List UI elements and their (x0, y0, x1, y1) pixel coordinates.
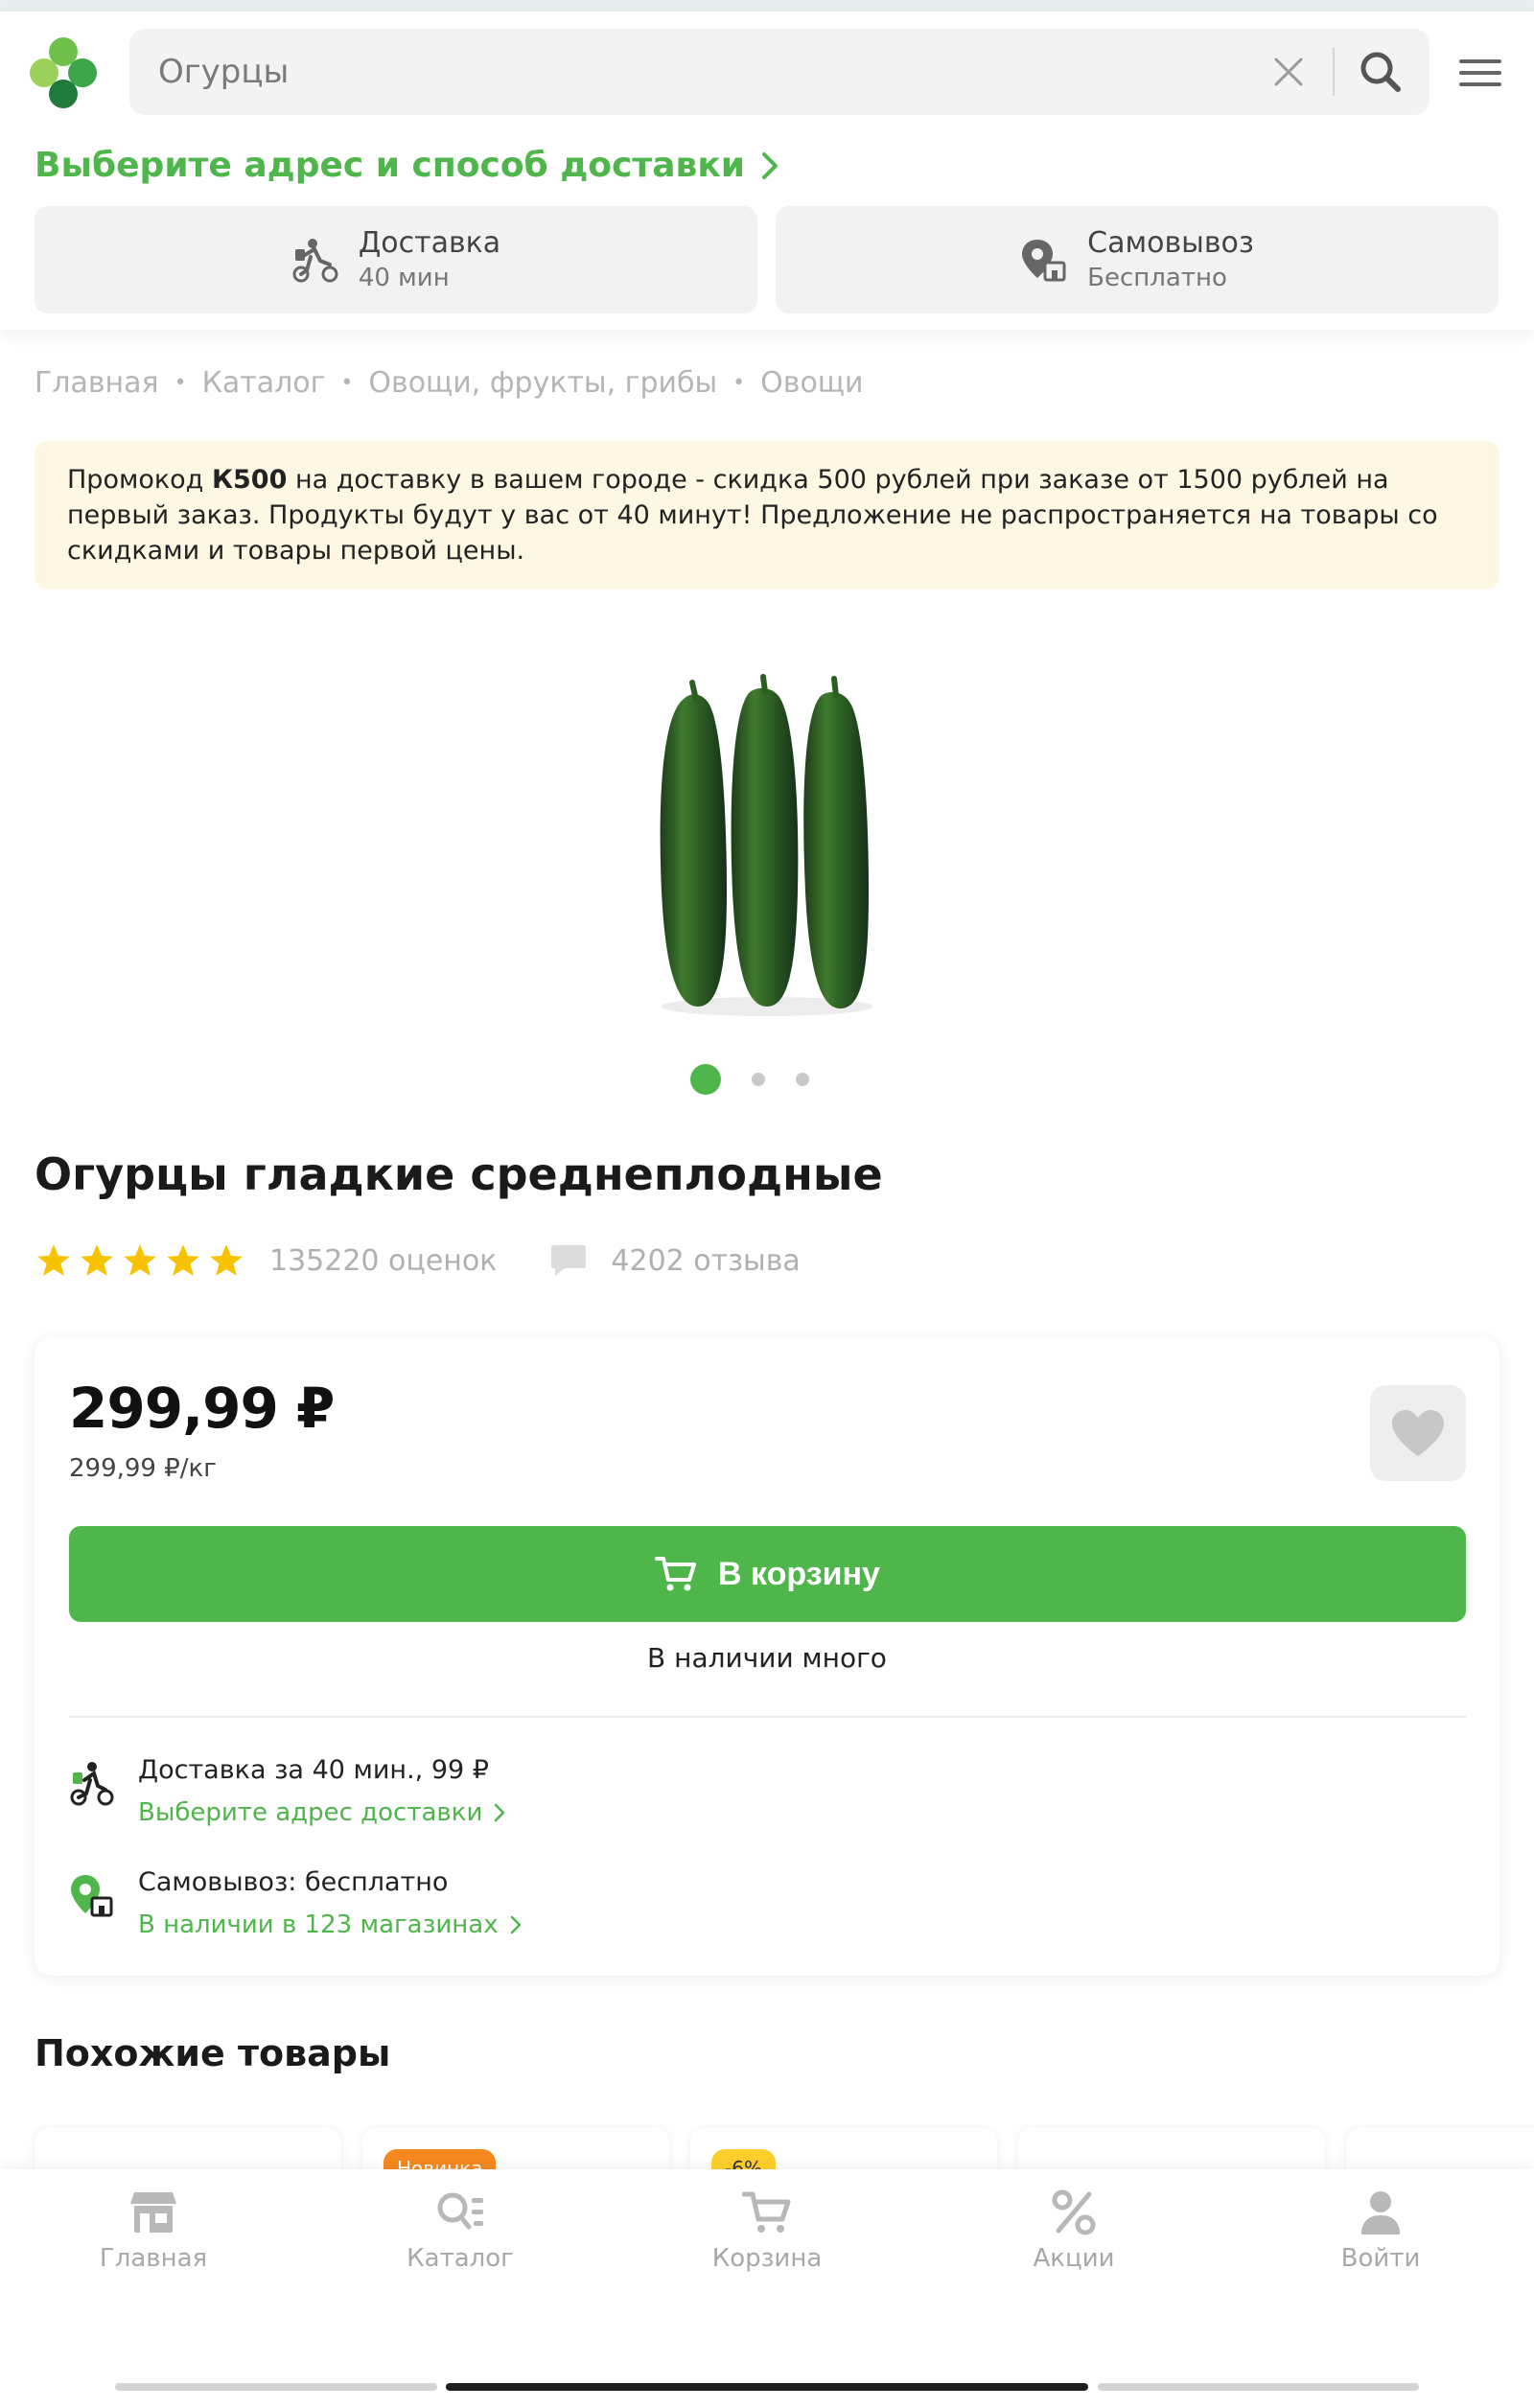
similar-products-title: Похожие товары (35, 2032, 391, 2074)
nav-label-promotions: Акции (1033, 2244, 1115, 2273)
discount-badge: -6% (711, 2149, 776, 2171)
delivery-mode-subtitle: 40 мин (358, 264, 450, 292)
nav-item-cart[interactable]: Корзина (614, 2188, 920, 2273)
nav-item-promotions[interactable]: Акции (920, 2188, 1227, 2273)
similar-product-card[interactable]: Новинка (362, 2128, 669, 2171)
search-input[interactable] (158, 46, 1261, 98)
system-home-indicator[interactable] (446, 2383, 1088, 2391)
cart-icon (655, 1557, 697, 1591)
chevron-right-icon (761, 151, 778, 179)
reviews-count[interactable]: 4202 отзыва (611, 1244, 800, 1278)
breadcrumb-item-home[interactable]: Главная (35, 366, 159, 400)
unit-price: 299,99 ₽/кг (69, 1454, 217, 1483)
pickup-store-icon (71, 1875, 113, 1917)
star-icon (124, 1244, 156, 1276)
ratings-count[interactable]: 135220 оценок (269, 1244, 497, 1278)
pickup-info: Самовывоз: бесплатно В наличии в 123 маг… (69, 1862, 522, 1946)
product-price: 299,99 ₽ (69, 1376, 335, 1441)
chevron-right-icon (510, 1915, 521, 1934)
heart-icon (1392, 1410, 1444, 1456)
buy-card: 299,99 ₽ 299,99 ₽/кг В корзину В наличии… (35, 1337, 1499, 1976)
delivery-mode-title: Доставка (358, 226, 501, 260)
search-bar (129, 29, 1429, 115)
comment-icon (551, 1245, 587, 1276)
courier-bike-icon (292, 239, 338, 283)
address-delivery-link[interactable]: Выберите адрес и способ доставки (35, 146, 779, 185)
catalog-search-icon (437, 2192, 483, 2230)
delivery-mode-button[interactable]: Доставка 40 мин (35, 206, 757, 313)
star-icon (167, 1244, 199, 1276)
system-bar-segment (1098, 2383, 1419, 2391)
divider (69, 1716, 1466, 1718)
promo-code: К500 (211, 465, 288, 495)
pickup-stores-link-label: В наличии в 123 магазинах (138, 1910, 499, 1939)
store-icon (130, 2192, 176, 2233)
nav-label-home: Главная (99, 2244, 208, 2273)
system-bar-segment (115, 2383, 437, 2391)
similar-product-card[interactable]: -6% (690, 2128, 997, 2171)
breadcrumb-item-subcategory[interactable]: Овощи (760, 366, 863, 400)
pickup-mode-title: Самовывоз (1087, 226, 1254, 260)
logo-clover-icon[interactable] (25, 35, 102, 111)
breadcrumb-item-catalog[interactable]: Каталог (202, 366, 326, 400)
address-link-label: Выберите адрес и способ доставки (35, 146, 745, 185)
search-icon[interactable] (1357, 48, 1405, 96)
favorite-button[interactable] (1370, 1385, 1466, 1481)
pickup-store-icon (1022, 240, 1066, 282)
search-divider (1333, 48, 1335, 96)
nav-item-catalog[interactable]: Каталог (307, 2188, 614, 2273)
bottom-navigation: Главная Каталог Корзина Акции Войти (0, 2169, 1534, 2408)
courier-bike-icon (70, 1762, 114, 1806)
similar-product-card[interactable] (1018, 2128, 1325, 2171)
product-rating: 135220 оценок 4202 отзыва (35, 1241, 801, 1280)
delivery-address-link[interactable]: Выберите адрес доставки (138, 1792, 505, 1834)
breadcrumb-separator: • (340, 371, 354, 395)
gallery-dot[interactable] (796, 1073, 809, 1086)
percent-icon (1052, 2189, 1096, 2235)
delivery-info: Доставка за 40 мин., 99 ₽ Выберите адрес… (69, 1749, 505, 1834)
header: Выберите адрес и способ доставки Доставк… (0, 12, 1534, 330)
cart-icon (742, 2191, 791, 2233)
add-to-cart-button[interactable]: В корзину (69, 1526, 1466, 1622)
pickup-stores-link[interactable]: В наличии в 123 магазинах (138, 1904, 522, 1946)
cucumber-left (660, 680, 727, 1007)
chevron-right-icon (495, 1803, 505, 1822)
star-icon (210, 1244, 243, 1276)
delivery-address-link-label: Выберите адрес доставки (138, 1798, 483, 1827)
gallery-dot-active[interactable] (690, 1064, 721, 1095)
product-title: Огурцы гладкие среднеплодные (35, 1148, 883, 1200)
new-badge: Новинка (384, 2149, 497, 2171)
similar-products-carousel: Новинка -6% (0, 2123, 1534, 2171)
gallery-dot[interactable] (752, 1073, 765, 1086)
product-image-cucumbers[interactable] (633, 661, 901, 1026)
nav-label-cart: Корзина (711, 2244, 823, 2273)
nav-label-catalog: Каталог (407, 2244, 514, 2273)
user-icon (1361, 2191, 1400, 2234)
gallery-pagination (690, 1064, 809, 1095)
promo-banner: Промокод К500 на доставку в вашем городе… (35, 441, 1499, 590)
status-strip (0, 0, 1534, 12)
star-icon (37, 1244, 70, 1276)
cucumber-middle (731, 674, 799, 1007)
nav-label-login: Войти (1340, 2244, 1421, 2273)
menu-icon[interactable] (1459, 59, 1501, 94)
clear-icon[interactable] (1268, 52, 1309, 92)
promo-prefix: Промокод (67, 465, 212, 495)
pickup-mode-button[interactable]: Самовывоз Бесплатно (776, 206, 1499, 313)
breadcrumb-separator: • (732, 371, 746, 395)
pickup-mode-subtitle: Бесплатно (1087, 264, 1227, 292)
breadcrumb: Главная • Каталог • Овощи, фрукты, грибы… (35, 366, 864, 400)
star-icon (81, 1244, 113, 1276)
nav-item-home[interactable]: Главная (0, 2188, 307, 2273)
similar-product-card[interactable] (35, 2128, 341, 2171)
stock-status: В наличии много (647, 1642, 887, 1674)
nav-item-login[interactable]: Войти (1227, 2188, 1534, 2273)
cucumber-right (803, 676, 869, 1009)
delivery-info-title: Доставка за 40 мин., 99 ₽ (138, 1755, 489, 1785)
breadcrumb-item-category[interactable]: Овощи, фрукты, грибы (368, 366, 717, 400)
breadcrumb-separator: • (174, 371, 187, 395)
add-to-cart-label: В корзину (718, 1555, 880, 1592)
pickup-info-title: Самовывоз: бесплатно (138, 1867, 449, 1897)
similar-product-card[interactable] (1346, 2128, 1534, 2171)
